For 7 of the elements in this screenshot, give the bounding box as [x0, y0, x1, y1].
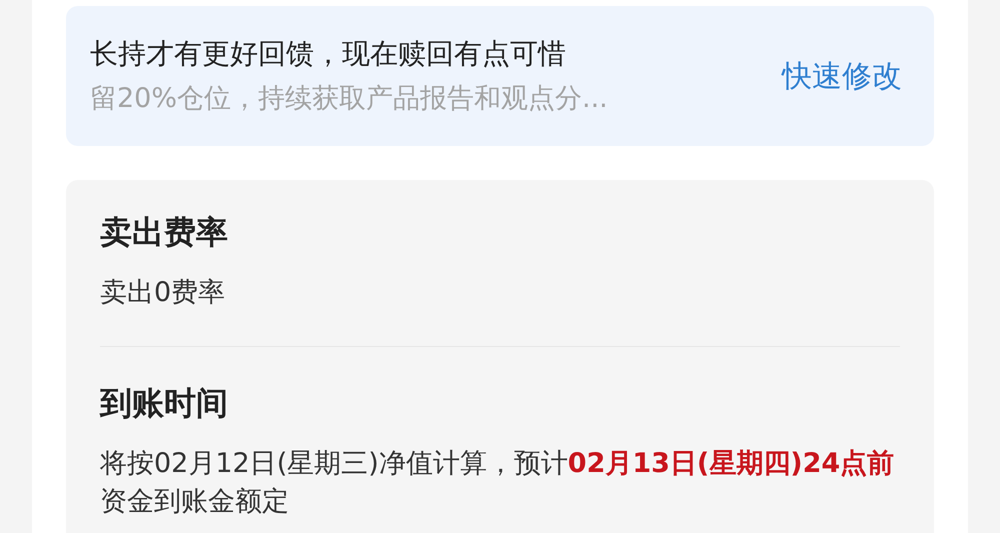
- section-text: 卖出0费率: [100, 276, 226, 310]
- notice-subtitle: 留20%仓位，持续获取产品报告和观点分...: [90, 82, 608, 116]
- section-text: 将按02月12日(星期三)净值计算，预计02月13日(星期四)24点前资金到账金额定: [100, 447, 896, 519]
- section-heading: 卖出费率: [100, 212, 229, 253]
- section-heading: 到账时间: [100, 383, 229, 424]
- quick-edit-link[interactable]: 快速修改: [782, 54, 902, 98]
- notice-title: 长持才有更好回馈，现在赎回有点可惜: [90, 36, 567, 72]
